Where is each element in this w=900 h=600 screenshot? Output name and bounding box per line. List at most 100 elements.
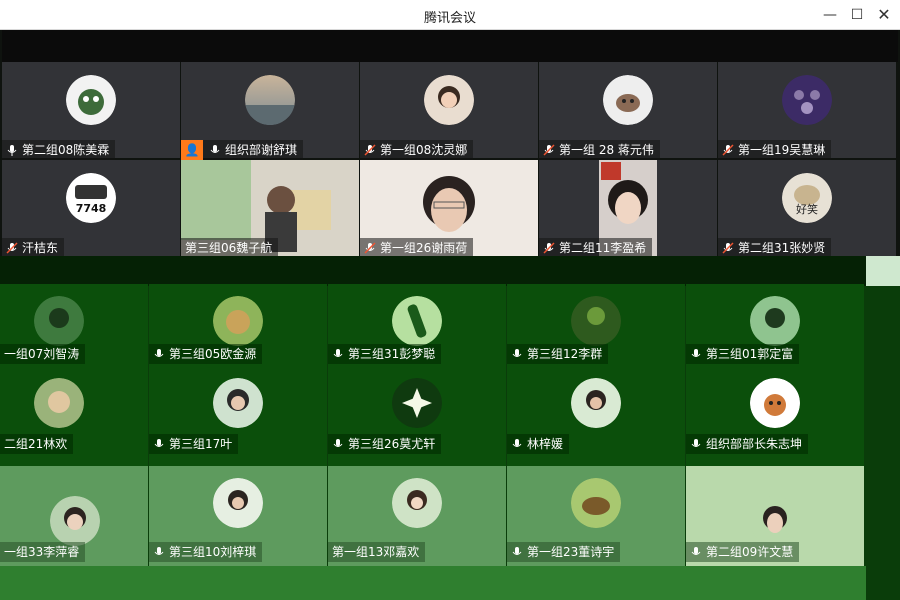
participant-name: 第三组12李群 (527, 347, 603, 361)
participant-name-label: 林梓媛 (507, 434, 570, 454)
participant-name: 二组21林欢 (4, 437, 68, 451)
participant-tile[interactable]: 第三组17叶 (149, 366, 327, 466)
mic-icon (332, 346, 344, 358)
participant-name-label: 汗桔东 (2, 238, 65, 258)
participant-name-label: 第一组26谢雨荷 (360, 238, 474, 258)
participant-name: 第三组17叶 (169, 437, 233, 451)
participant-grid-overlay: 一组07刘智涛 第三组05欧金源 第三组31彭梦聪 第三组12李群 第三组01郭… (0, 256, 900, 600)
participant-name-label: 第三组05欧金源 (149, 344, 263, 364)
participant-name-label: 第三组12李群 (507, 344, 609, 364)
avatar (34, 296, 84, 346)
mic-icon (153, 544, 165, 556)
mic-icon (722, 142, 734, 156)
avatar (750, 296, 800, 346)
mic-icon (153, 436, 165, 448)
participant-tile[interactable]: 第三组26莫尤轩 (328, 366, 506, 466)
avatar (603, 75, 653, 125)
participant-name-label: 第二组31张妙贤 (718, 238, 832, 258)
mic-icon (209, 142, 221, 154)
participant-name: 第一组26谢雨荷 (380, 241, 468, 255)
avatar (392, 296, 442, 346)
participant-name-label: 二组21林欢 (0, 434, 74, 454)
participant-tile[interactable]: 二组21林欢 (0, 366, 148, 466)
participant-tile[interactable]: 👤 组织部谢舒琪 (181, 62, 359, 160)
participant-tile[interactable]: 第一组26谢雨荷 (360, 160, 538, 258)
participant-tile[interactable]: 林梓媛 (507, 366, 685, 466)
participant-name-label: 👤 组织部谢舒琪 (181, 140, 304, 160)
participant-tile[interactable]: 第一组23董诗宇 (507, 466, 685, 566)
participant-name: 林梓媛 (527, 437, 564, 451)
participant-name: 组织部部长朱志坤 (706, 437, 803, 451)
participant-tile[interactable]: 好笑 第二组31张妙贤 (718, 160, 896, 258)
participant-grid: 第二组08陈美霖 👤 组织部谢舒琪 第一组08沈灵娜 第一组 28 蒋元伟 第一组… (2, 62, 898, 258)
avatar: 好笑 (782, 173, 832, 223)
participant-name: 第二组31张妙贤 (738, 241, 826, 255)
avatar: 7748 (66, 173, 116, 223)
minimize-icon[interactable]: — (820, 5, 840, 25)
participant-tile[interactable]: 第一组 28 蒋元伟 (539, 62, 717, 160)
participant-name-label: 第三组17叶 (149, 434, 239, 454)
participant-name-label: 一组07刘智涛 (0, 344, 86, 364)
avatar (66, 75, 116, 125)
participant-name-label: 一组33李萍睿 (0, 542, 86, 562)
close-icon[interactable]: ✕ (874, 5, 894, 25)
toolbar-strip (2, 30, 898, 62)
mic-icon (6, 142, 18, 156)
mic-icon (690, 544, 702, 556)
avatar (782, 75, 832, 125)
participant-name: 第三组05欧金源 (169, 347, 257, 361)
mic-icon (511, 544, 523, 556)
avatar (571, 378, 621, 428)
participant-name-label: 第三组06魏子航 (181, 238, 279, 258)
bottom-bar (0, 566, 866, 600)
mic-icon (6, 240, 18, 254)
participant-tile[interactable]: 第一组19吴慧琳 (718, 62, 896, 160)
participant-tile[interactable]: 第一组08沈灵娜 (360, 62, 538, 160)
mic-icon (332, 436, 344, 448)
avatar (213, 378, 263, 428)
mic-icon (543, 142, 555, 156)
mic-icon (364, 240, 376, 254)
maximize-icon[interactable]: ☐ (847, 5, 867, 25)
overlay-strip (0, 256, 900, 286)
participant-tile[interactable]: 组织部部长朱志坤 (686, 366, 864, 466)
participant-name: 一组07刘智涛 (4, 347, 80, 361)
participant-tile[interactable]: 第三组10刘梓琪 (149, 466, 327, 566)
participant-name-label: 第二组11李盈希 (539, 238, 653, 258)
avatar (50, 496, 100, 546)
participant-tile[interactable]: 第二组09许文慧 (686, 466, 864, 566)
mic-icon (511, 436, 523, 448)
participant-name-label: 第三组01郭定富 (686, 344, 800, 364)
mic-icon (722, 240, 734, 254)
side-panel-edge (866, 256, 900, 600)
participant-name-label: 第一组13邓嘉欢 (328, 542, 426, 562)
participant-name-label: 第一组08沈灵娜 (360, 140, 474, 160)
participant-tile[interactable]: 第二组11李盈希 (539, 160, 717, 258)
participant-name: 第一组23董诗宇 (527, 545, 615, 559)
participant-name-label: 第二组08陈美霖 (2, 140, 116, 160)
mic-icon (690, 436, 702, 448)
participant-tile[interactable]: 7748 汗桔东 (2, 160, 180, 258)
participant-name: 第一组08沈灵娜 (380, 143, 468, 157)
mic-icon (511, 346, 523, 358)
participant-name: 第一组19吴慧琳 (738, 143, 826, 157)
participant-tile[interactable]: 一组33李萍睿 (0, 466, 148, 566)
participant-tile[interactable]: 第二组08陈美霖 (2, 62, 180, 160)
avatar (571, 296, 621, 346)
mic-icon (364, 142, 376, 156)
participant-tile[interactable]: 第一组13邓嘉欢 (328, 466, 506, 566)
mic-icon (153, 346, 165, 358)
participant-name-label: 第三组26莫尤轩 (328, 434, 442, 454)
window-title: 腾讯会议 (423, 11, 476, 26)
participant-name: 第三组06魏子航 (185, 241, 273, 255)
avatar (571, 478, 621, 528)
avatar (424, 75, 474, 125)
avatar (750, 496, 800, 546)
participant-name: 第三组10刘梓琪 (169, 545, 257, 559)
participant-name: 组织部谢舒琪 (225, 143, 298, 157)
mic-icon (543, 240, 555, 254)
avatar (750, 378, 800, 428)
host-icon: 👤 (181, 140, 203, 160)
avatar (245, 75, 295, 125)
participant-tile[interactable]: 第三组06魏子航 (181, 160, 359, 258)
